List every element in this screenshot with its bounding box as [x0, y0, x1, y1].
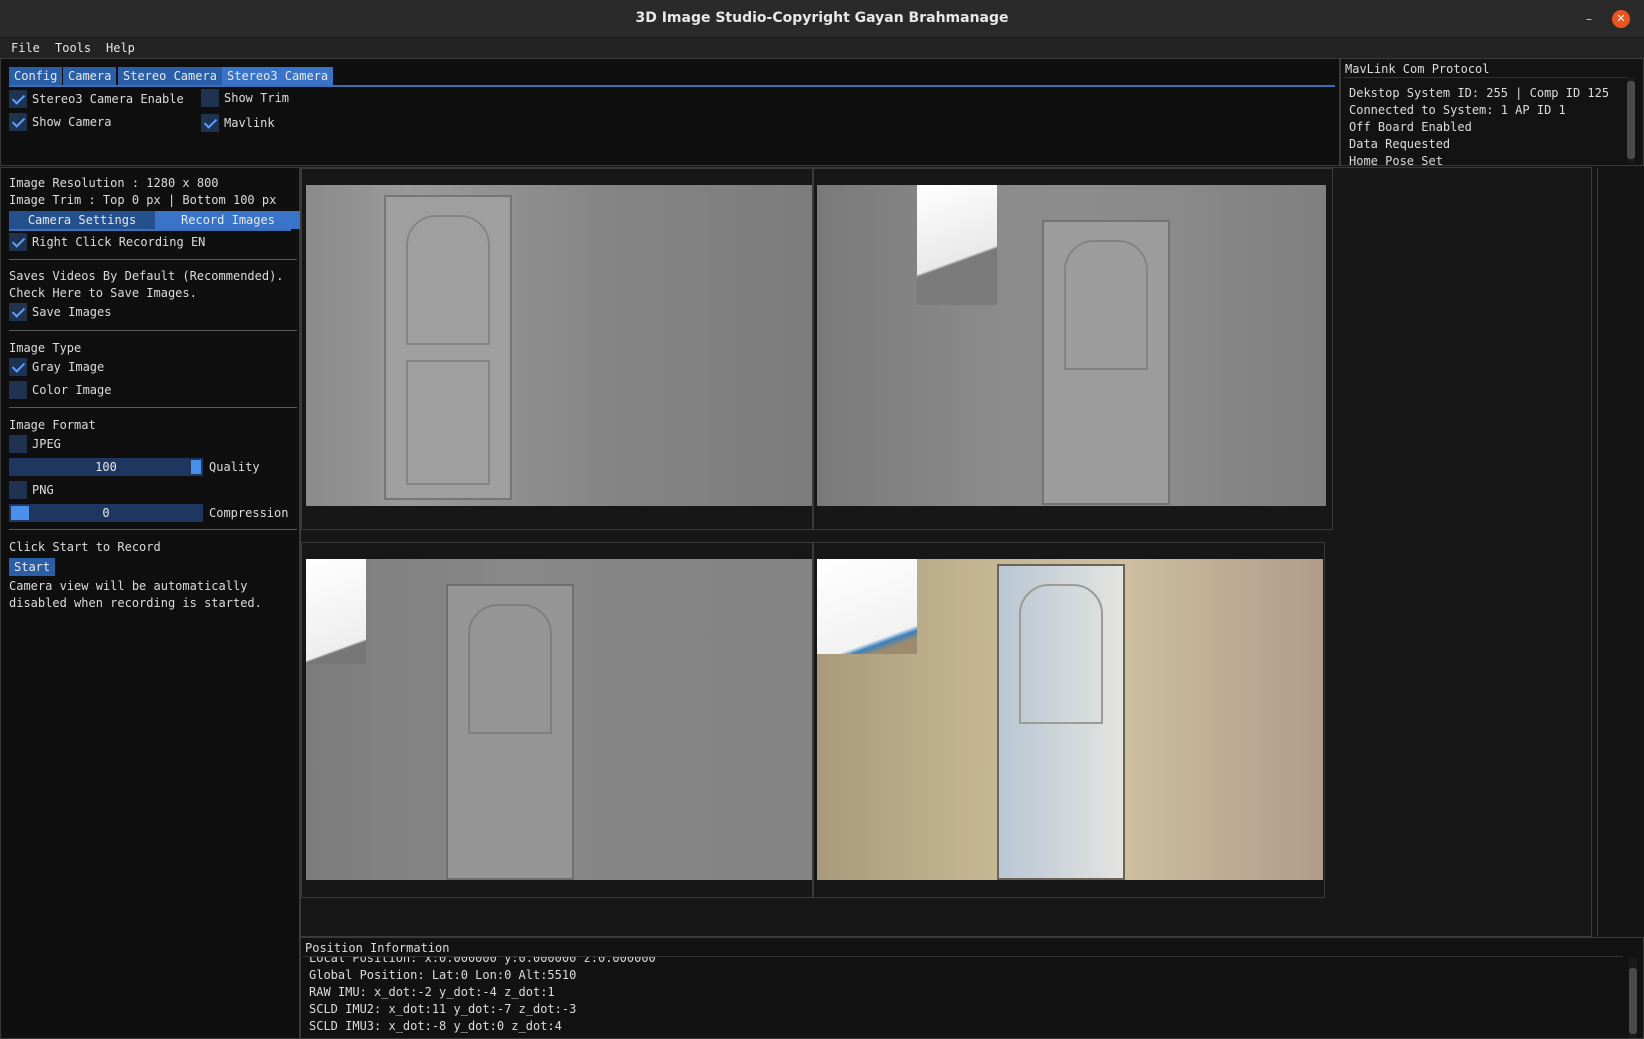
divider — [9, 529, 297, 530]
position-line: Global Position: Lat:0 Lon:0 Alt:5510 — [309, 968, 577, 982]
divider — [1597, 168, 1598, 936]
mavlink-line: Dekstop System ID: 255 | Comp ID 125 — [1349, 86, 1610, 100]
title-bar: 3D Image Studio-Copyright Gayan Brahmana… — [0, 0, 1644, 38]
compression-label: Compression — [209, 506, 289, 520]
close-icon[interactable]: ✕ — [1612, 10, 1630, 28]
position-line: SCLD IMU2: x_dot:11 y_dot:-7 z_dot:-3 — [309, 1002, 577, 1016]
tab-record-images[interactable]: Record Images — [155, 211, 301, 229]
position-scrollbar[interactable] — [1629, 958, 1637, 1038]
gray-image-label: Gray Image — [32, 360, 105, 374]
record-heading: Click Start to Record — [9, 540, 161, 554]
record-note: disabled when recording is started. — [9, 596, 262, 610]
compression-value: 0 — [102, 506, 110, 520]
window-shape — [817, 559, 917, 654]
camera-frame-color — [813, 542, 1325, 898]
save-images-checkbox[interactable] — [9, 303, 27, 321]
divider — [9, 407, 297, 408]
jpeg-checkbox[interactable] — [9, 435, 27, 453]
png-checkbox[interactable] — [9, 481, 27, 499]
tab-stereo-camera[interactable]: Stereo Camera — [118, 67, 222, 85]
camera-frame-right — [813, 168, 1333, 530]
mavlink-line: Data Requested — [1349, 137, 1451, 151]
menu-tools[interactable]: Tools — [55, 41, 91, 55]
camera-frame-left — [301, 168, 813, 530]
color-image-label: Color Image — [32, 383, 112, 397]
show-trim-checkbox[interactable] — [201, 89, 219, 107]
settings-panel: Image Resolution : 1280 x 800 Image Trim… — [0, 167, 301, 1039]
image-trim-text: Image Trim : Top 0 px | Bottom 100 px — [9, 193, 277, 207]
mavlink-scroll-thumb[interactable] — [1627, 81, 1635, 159]
mavlink-panel: MavLink Com Protocol Dekstop System ID: … — [1340, 58, 1644, 168]
color-image-checkbox[interactable] — [9, 381, 27, 399]
tab-stereo3-camera[interactable]: Stereo3 Camera — [222, 67, 334, 85]
window-title: 3D Image Studio-Copyright Gayan Brahmana… — [635, 10, 1009, 26]
door-panel-shape — [406, 215, 490, 345]
camera-image-color — [817, 559, 1323, 880]
window-shape — [917, 185, 997, 305]
right-click-recording-checkbox[interactable] — [9, 233, 27, 251]
tab-config[interactable]: Config — [9, 67, 63, 85]
menu-help[interactable]: Help — [106, 41, 135, 55]
camera-view-area — [300, 167, 1598, 937]
jpeg-label: JPEG — [32, 437, 61, 451]
saves-note: Saves Videos By Default (Recommended). — [9, 269, 284, 283]
position-scroll-thumb[interactable] — [1629, 968, 1637, 1034]
position-log: Local Position: x:0.000000 y:0.000000 z:… — [301, 957, 1626, 1039]
record-tab-underline — [9, 229, 291, 231]
record-note: Camera view will be automatically — [9, 579, 248, 593]
camera-image-left — [306, 185, 812, 506]
mavlink-line: Off Board Enabled — [1349, 120, 1472, 134]
tab-camera-settings[interactable]: Camera Settings — [9, 211, 155, 229]
menu-file[interactable]: File — [11, 41, 40, 55]
mavlink-line: Connected to System: 1 AP ID 1 — [1349, 103, 1566, 117]
position-line: SCLD IMU3: x_dot:-8 y_dot:0 z_dot:4 — [309, 1019, 562, 1033]
show-trim-label: Show Trim — [224, 91, 290, 105]
image-format-heading: Image Format — [9, 418, 96, 432]
gray-image-checkbox[interactable] — [9, 358, 27, 376]
door-panel-shape — [406, 360, 490, 485]
quality-slider[interactable]: 100 — [9, 458, 203, 476]
camera-frame-rectified-left — [301, 542, 813, 898]
door-panel-shape — [1064, 240, 1148, 370]
image-resolution-text: Image Resolution : 1280 x 800 — [9, 176, 219, 190]
quality-value: 100 — [95, 460, 117, 474]
position-panel-title: Position Information — [305, 941, 450, 955]
mavlink-label: Mavlink — [224, 116, 275, 130]
mavlink-panel-title: MavLink Com Protocol — [1345, 62, 1490, 76]
mavlink-checkbox[interactable] — [201, 114, 219, 132]
png-label: PNG — [32, 483, 54, 497]
mavlink-scrollbar[interactable] — [1627, 77, 1635, 163]
quality-label: Quality — [209, 460, 260, 474]
window-shape — [306, 559, 366, 664]
camera-image-rectified-left — [306, 559, 812, 880]
right-click-recording-label: Right Click Recording EN — [32, 235, 206, 249]
show-camera-checkbox[interactable] — [9, 113, 27, 131]
tab-underline — [9, 85, 1335, 87]
config-panel: Config Camera Stereo Camera Stereo3 Came… — [0, 58, 1340, 166]
image-type-heading: Image Type — [9, 341, 82, 355]
show-camera-label: Show Camera — [32, 115, 112, 129]
position-panel: Position Information Local Position: x:0… — [300, 937, 1644, 1039]
door-panel-shape — [1019, 584, 1103, 724]
divider — [9, 259, 297, 260]
position-line: Local Position: x:0.000000 y:0.000000 z:… — [309, 957, 656, 965]
camera-image-right — [817, 185, 1326, 506]
tab-camera[interactable]: Camera — [63, 67, 117, 85]
stereo3-enable-label: Stereo3 Camera Enable — [32, 92, 184, 106]
quality-slider-grab[interactable] — [191, 460, 201, 474]
mavlink-title-divider — [1343, 77, 1633, 78]
minimize-icon[interactable]: – — [1580, 10, 1598, 28]
menu-bar: File Tools Help — [0, 38, 1644, 58]
compression-slider[interactable]: 0 — [9, 504, 203, 522]
mavlink-line: Home Pose Set — [1349, 154, 1443, 168]
start-record-button[interactable]: Start — [9, 558, 56, 576]
door-panel-shape — [468, 604, 552, 734]
save-images-label: Save Images — [32, 305, 112, 319]
saves-note: Check Here to Save Images. — [9, 286, 197, 300]
position-line: RAW IMU: x_dot:-2 y_dot:-4 z_dot:1 — [309, 985, 555, 999]
stereo3-enable-checkbox[interactable] — [9, 90, 27, 108]
compression-slider-grab[interactable] — [11, 506, 29, 520]
divider — [9, 330, 297, 331]
